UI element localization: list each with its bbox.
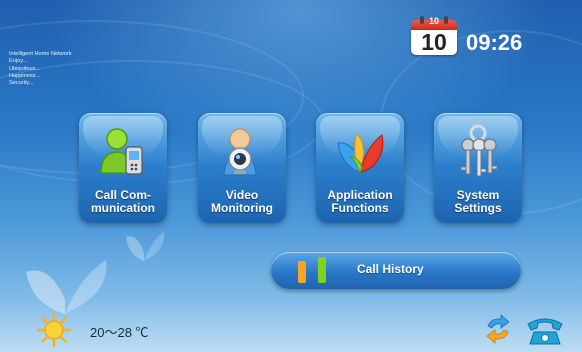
tagline-line: Ubiquitous... bbox=[9, 65, 41, 72]
date-time-widget[interactable]: 10 10 09:26 bbox=[411, 16, 581, 60]
tile-label-line: Video bbox=[225, 188, 259, 202]
tile-label-line: Functions bbox=[331, 200, 389, 215]
home-screen: Intelligent Home Network Enjoy... Ubiqui… bbox=[0, 0, 582, 352]
temperature-readout: 20～28 ℃ bbox=[90, 325, 149, 340]
tagline-title: Intelligent Home Network bbox=[9, 51, 72, 57]
tile-label-line: Call Com- bbox=[94, 188, 151, 202]
tile-label-line: munication bbox=[90, 200, 155, 215]
butterfly-app-icon bbox=[337, 134, 384, 175]
tile-label-line: Settings bbox=[454, 200, 502, 215]
video-monitoring-button[interactable]: Video Monitoring bbox=[198, 113, 286, 223]
tile-label: System Settings bbox=[434, 189, 522, 214]
clock-time: 09:26 bbox=[466, 30, 523, 55]
call-communication-button[interactable]: Call Com- munication bbox=[79, 113, 167, 223]
contacts-phone-icon bbox=[100, 128, 143, 175]
tagline-line: Enjoy... bbox=[9, 58, 28, 65]
tile-label-line: System bbox=[456, 188, 500, 202]
keys-icon bbox=[460, 124, 498, 177]
call-history-button[interactable]: Call History bbox=[271, 252, 521, 289]
call-history-bar-icon bbox=[318, 257, 326, 283]
butterfly-decoration-icon bbox=[126, 231, 165, 261]
telephone-icon[interactable] bbox=[525, 314, 565, 346]
tagline-line: Happiness... bbox=[9, 72, 41, 79]
tagline-line: Security... bbox=[9, 80, 34, 87]
call-history-bar-icon bbox=[298, 261, 306, 283]
webcam-icon bbox=[223, 128, 257, 176]
tile-label-line: Application bbox=[327, 188, 393, 202]
tile-label: Video Monitoring bbox=[198, 189, 286, 214]
calendar-day: 10 bbox=[421, 29, 447, 55]
tile-label-line: Monitoring bbox=[211, 200, 273, 215]
tile-label: Application Functions bbox=[316, 189, 404, 214]
calendar-month: 10 bbox=[428, 16, 439, 26]
tagline: Intelligent Home Network Enjoy... Ubiqui… bbox=[9, 51, 72, 87]
tile-label: Call Com- munication bbox=[79, 189, 167, 214]
system-settings-button[interactable]: System Settings bbox=[434, 113, 522, 223]
calendar-icon: 10 10 bbox=[411, 16, 457, 56]
call-history-label: Call History bbox=[357, 262, 424, 276]
sync-arrows-icon[interactable] bbox=[483, 314, 513, 344]
application-functions-button[interactable]: Application Functions bbox=[316, 113, 404, 223]
sun-icon bbox=[36, 312, 72, 348]
